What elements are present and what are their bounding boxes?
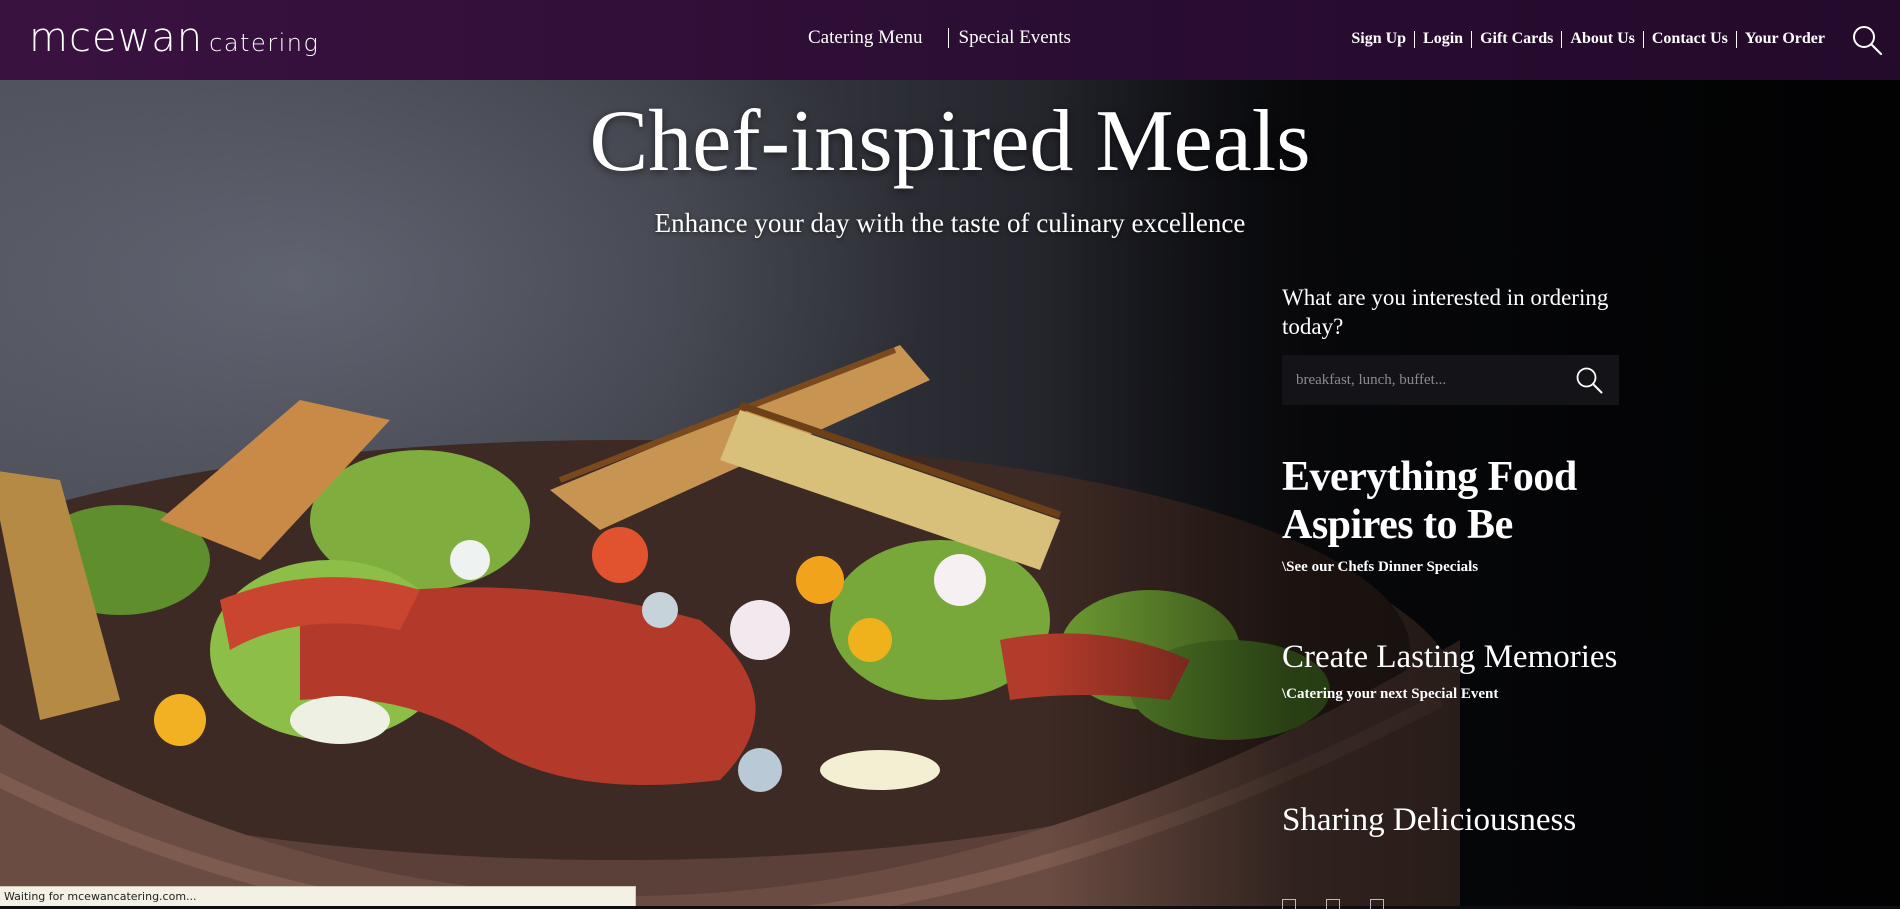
mcewan-catering-logo[interactable]: mcewan catering (29, 18, 319, 58)
nav-login[interactable]: Login (1423, 30, 1463, 48)
feature-title: Create Lasting Memories (1282, 639, 1618, 675)
primary-nav: Catering Menu Special Events (808, 27, 1071, 49)
top-navigation-bar: mcewan catering Catering Menu Special Ev… (0, 0, 1900, 80)
carousel-indicators (1282, 899, 1384, 909)
feature-item: Everything Food Aspires to Be \See our C… (1282, 453, 1642, 576)
carousel-dot[interactable] (1282, 899, 1296, 909)
order-question: What are you interested in ordering toda… (1282, 285, 1609, 339)
order-search-box (1282, 355, 1619, 405)
feature-item: Create Lasting Memories \Catering your n… (1282, 638, 1617, 703)
nav-contact-us[interactable]: Contact Us (1652, 30, 1728, 48)
nav-divider (1735, 30, 1737, 48)
nav-divider (1561, 30, 1563, 48)
feature-link[interactable]: \Catering your next Special Event (1282, 686, 1617, 703)
hero-subtitle: Enhance your day with the taste of culin… (654, 208, 1246, 238)
feature-title: Everything Food Aspires to Be (1282, 454, 1577, 548)
feature-link[interactable]: \See our Chefs Dinner Specials (1282, 559, 1642, 576)
nav-your-order[interactable]: Your Order (1745, 30, 1825, 48)
nav-divider (1471, 30, 1473, 48)
order-search-input[interactable] (1282, 355, 1552, 405)
hero-title: Chef-inspired Meals (589, 93, 1311, 190)
carousel-dot[interactable] (1370, 899, 1384, 909)
nav-sign-up[interactable]: Sign Up (1351, 30, 1406, 48)
feature-title: Sharing Deliciousness (1282, 802, 1577, 838)
nav-divider (947, 28, 949, 48)
order-panel: What are you interested in ordering toda… (1282, 283, 1642, 909)
nav-about-us[interactable]: About Us (1570, 30, 1634, 48)
browser-status-bar: Waiting for mcewancatering.com... (0, 886, 636, 906)
nav-special-events[interactable]: Special Events (959, 27, 1071, 49)
account-nav: Sign Up Login Gift Cards About Us Contac… (1351, 30, 1825, 48)
nav-catering-menu[interactable]: Catering Menu (808, 27, 923, 49)
nav-divider (1414, 30, 1416, 48)
search-icon[interactable] (1575, 366, 1603, 394)
feature-item: Sharing Deliciousness (1282, 801, 1576, 839)
logo-subtitle: catering (209, 29, 320, 57)
nav-gift-cards[interactable]: Gift Cards (1480, 30, 1553, 48)
nav-divider (1642, 30, 1644, 48)
logo-wordmark: mcewan (29, 15, 204, 61)
search-icon[interactable] (1851, 24, 1883, 56)
carousel-dot[interactable] (1326, 899, 1340, 909)
